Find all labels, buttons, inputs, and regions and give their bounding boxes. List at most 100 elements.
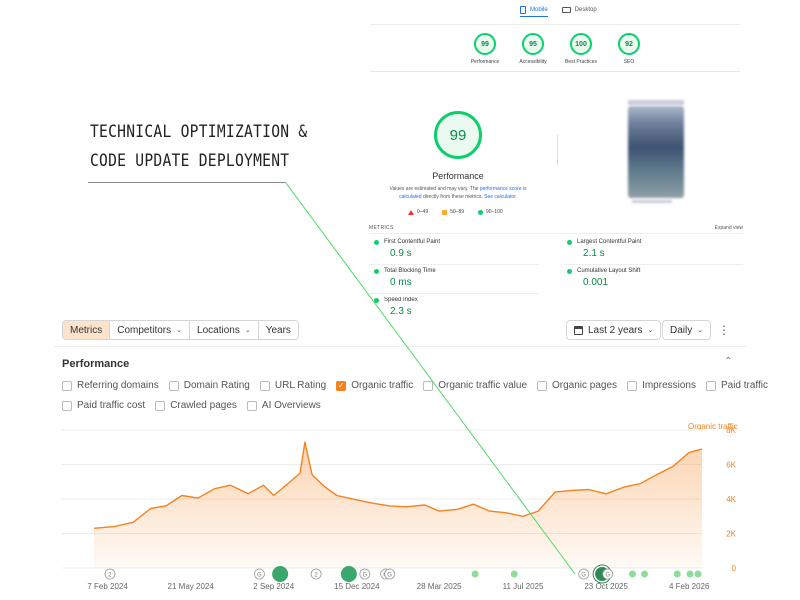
checkbox-url-rating[interactable]: URL Rating [259,380,326,391]
event-marker [340,566,357,582]
checkbox-label: Organic traffic value [438,380,528,391]
y-tick-label: 0 [732,564,737,573]
calculator-link[interactable]: See calculator. [484,194,517,200]
metric-value: 2.3 s [390,306,412,314]
lighthouse-header: Mobile Desktop 99 Performance 95 Accessi… [370,0,740,72]
x-tick-label: 21 May 2024 [168,582,215,591]
score-performance[interactable]: 99 Performance [470,33,500,65]
triangle-icon [408,209,414,215]
metric-name: First Contentful Paint [384,239,441,245]
tab-metrics[interactable]: Metrics [63,321,111,339]
divider [557,135,558,165]
tab-mobile[interactable]: Mobile [520,3,548,17]
toolbar-divider [54,346,746,347]
chart-svg: 0 2K 4K 6K 8K 7 Feb 2024 21 May 2024 2 Sep 2024… [62,426,737,591]
checkbox[interactable] [627,380,638,391]
metric-name: Cumulative Layout Shift [577,268,641,274]
legend-label: 90–100 [486,209,503,215]
metric-lcp: Largest Contentful Paint 2.1 s [567,239,717,259]
chevron-down-icon: ⌄ [697,327,704,334]
checkbox-paid-traffic[interactable]: Paid traffic [705,380,768,391]
note-prefix: Values are estimated and may vary. The [389,186,480,192]
checkbox-label: Referring domains [77,380,159,391]
metric-value: 0 ms [390,277,412,288]
good-dot-icon [374,268,379,274]
checkbox-paid-traffic-cost[interactable]: Paid traffic cost [62,400,145,411]
checkbox[interactable] [537,380,548,391]
tab-desktop[interactable]: Desktop [561,3,597,17]
checkbox-organic-traffic-value[interactable]: Organic traffic value [423,380,527,391]
x-tick-label: 28 Mar 2025 [417,582,462,591]
annotation-text: TECHNICAL OPTIMIZATION & CODE UPDATE DEP… [90,118,307,176]
tab-label: Locations [197,324,240,336]
checkbox[interactable] [155,400,166,411]
device-tabs: Mobile Desktop [520,3,597,17]
annotation-line-1: TECHNICAL OPTIMIZATION & [90,122,308,142]
event-marker [686,570,694,578]
event-marker-label: G [605,573,610,579]
desktop-icon [561,7,571,13]
annotation-line-2: CODE UPDATE DEPLOYMENT [90,151,290,171]
interval-select[interactable]: Daily ⌄ [662,320,712,340]
y-tick-label: 4K [726,495,736,504]
x-tick-label: 23 Oct 2025 [584,582,628,591]
checkbox[interactable] [62,380,72,391]
circle-icon [478,209,484,215]
collapse-chevron-icon[interactable]: ⌃ [724,356,732,367]
good-dot-icon [567,268,572,274]
checkbox-crawled-pages[interactable]: Crawled pages [155,400,237,411]
square-icon [442,209,448,215]
metric-name: Speed Index [384,297,418,303]
organic-traffic-chart: 0 2K 4K 6K 8K 7 Feb 2024 21 May 2024 2 Sep 2024… [62,420,742,595]
checkbox-label: Impressions [642,380,696,391]
tab-years[interactable]: Years [258,321,298,339]
y-tick-label: 6K [726,461,736,470]
tab-competitors[interactable]: Competitors ⌄ [110,321,191,339]
event-marker [510,570,518,578]
checkbox[interactable] [259,380,270,391]
checkbox-organic-traffic[interactable]: ✓ Organic traffic [336,380,413,391]
gauge: 100 [570,33,592,55]
section-title: Performance [62,358,130,370]
checkbox[interactable] [705,380,716,391]
score-label: Best Practices [565,59,597,65]
gauge: 92 [618,33,640,55]
tab-locations[interactable]: Locations ⌄ [190,321,259,339]
date-range-select[interactable]: Last 2 years ⌄ [566,320,662,340]
checkbox-referring-domains[interactable]: Referring domains [62,380,159,391]
score-seo[interactable]: 92 SEO [614,33,644,65]
y-tick-label: 8K [726,426,736,435]
checkbox[interactable] [423,380,434,391]
tab-desktop-label: Desktop [574,7,597,13]
checkbox[interactable] [168,380,179,391]
metric-value: 0.9 s [390,248,412,259]
checkbox-label: Organic traffic [351,380,414,391]
good-dot-icon [567,239,572,245]
checkbox-ai-overviews[interactable]: AI Overviews [246,400,321,411]
checkbox[interactable] [246,400,257,411]
expand-view-toggle[interactable]: Expand view [715,225,743,231]
checkbox-impressions[interactable]: Impressions [627,380,696,391]
score-accessibility[interactable]: 95 Accessibility [518,33,548,65]
x-tick-label: 7 Feb 2024 [87,582,128,591]
tabs-divider [370,24,740,25]
metrics-header: METRICS Expand view [369,225,743,231]
screenshot-caption [632,200,672,203]
checkbox-label: Crawled pages [170,400,237,411]
tab-mobile-label: Mobile [530,6,548,13]
score-label: SEO [623,59,635,65]
y-tick-label: 2K [726,530,736,539]
score-best-practices[interactable]: 100 Best Practices [565,33,597,65]
score-label: Accessibility [519,59,547,65]
checkbox-organic-pages[interactable]: Organic pages [537,380,617,391]
event-marker [640,570,648,578]
checkbox[interactable] [62,400,72,411]
interval-value: Daily [670,324,693,336]
performance-title: Performance [432,171,484,181]
chevron-down-icon: ⌄ [244,327,251,334]
event-marker-label: G [581,573,586,579]
checkbox-domain-rating[interactable]: Domain Rating [168,380,250,391]
gauge: 95 [522,33,544,55]
checkbox-checked[interactable]: ✓ [336,380,347,391]
more-options-icon[interactable]: ⋮ [718,322,730,338]
